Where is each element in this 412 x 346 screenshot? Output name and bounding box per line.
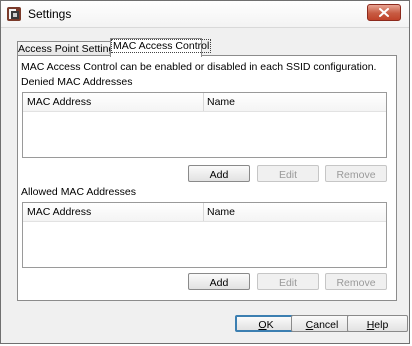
table-header: MAC Address Name [23,203,386,222]
title-bar: Settings [1,1,409,28]
allowed-section-label: Allowed MAC Addresses [21,186,136,198]
column-header-name[interactable]: Name [207,206,235,218]
column-divider[interactable] [203,203,204,221]
button-label-rest: ancel [313,319,339,331]
button-label-rest: K [266,319,274,331]
denied-section-label: Denied MAC Addresses [21,76,133,88]
mnemonic: O [258,319,267,331]
allowed-mac-table[interactable]: MAC Address Name [22,202,387,268]
column-divider[interactable] [203,93,204,111]
help-button[interactable]: Help [347,315,408,332]
cancel-button[interactable]: Cancel [291,315,353,332]
tab-mac-access-control[interactable]: MAC Access Control [110,38,212,57]
button-label-rest: elp [374,319,389,331]
ok-button[interactable]: OK [235,315,297,332]
column-header-mac-address[interactable]: MAC Address [27,206,91,218]
column-header-mac-address[interactable]: MAC Address [27,96,91,108]
denied-remove-button[interactable]: Remove [325,165,387,182]
window-title: Settings [28,7,72,21]
denied-edit-button[interactable]: Edit [257,165,319,182]
tab-label: MAC Access Control [111,39,212,53]
denied-add-button[interactable]: Add [188,165,250,182]
denied-mac-table[interactable]: MAC Address Name [22,92,387,158]
allowed-edit-button[interactable]: Edit [257,273,319,290]
settings-window: Settings Access Point Settings MAC Acces… [0,0,410,344]
allowed-add-button[interactable]: Add [188,273,250,290]
table-header: MAC Address Name [23,93,386,112]
settings-app-icon [7,7,21,21]
close-icon [379,8,389,17]
info-text: MAC Access Control can be enabled or dis… [21,61,377,73]
close-button[interactable] [367,4,401,21]
tab-label: Access Point Settings [18,43,120,55]
allowed-remove-button[interactable]: Remove [325,273,387,290]
column-header-name[interactable]: Name [207,96,235,108]
